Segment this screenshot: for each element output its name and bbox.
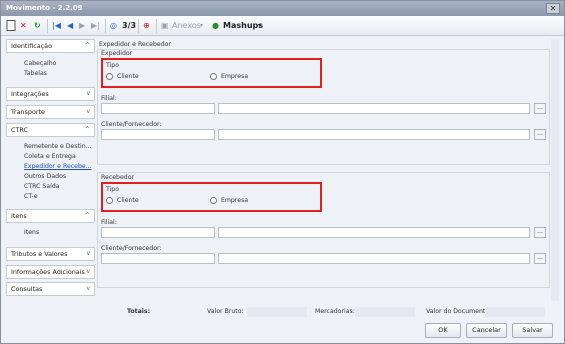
sidebar-section-transporte[interactable]: Transporte v xyxy=(6,105,95,119)
sidebar-section-itens[interactable]: Itens ^ xyxy=(6,209,95,223)
filial-code-input[interactable] xyxy=(101,227,215,238)
radio-empresa-label[interactable]: Empresa xyxy=(221,197,248,204)
next-record-icon[interactable]: ▶ xyxy=(79,20,85,32)
last-record-icon[interactable]: ▶| xyxy=(91,20,100,32)
expedidor-group: Expedidor Tipo Cliente Empresa Filial: .… xyxy=(97,49,550,165)
first-record-icon[interactable]: |◀ xyxy=(52,20,61,32)
totals-bar: Totais: Valor Bruto: Mercadorias: Valor … xyxy=(97,307,547,319)
attachments-icon[interactable]: ▣ xyxy=(161,20,169,32)
record-counter: 3/3 xyxy=(122,21,137,30)
sidebar-section-identificacao[interactable]: Identificação ^ xyxy=(6,39,95,53)
refresh-icon[interactable]: ↻ xyxy=(34,20,41,32)
chevron-up-icon[interactable]: ^ xyxy=(85,210,90,222)
radio-empresa[interactable] xyxy=(210,197,217,204)
cliente-code-input[interactable] xyxy=(101,129,215,140)
cliente-name-input[interactable] xyxy=(218,129,530,140)
filial-label: Filial: xyxy=(101,95,117,102)
totals-label: Totais: xyxy=(127,308,151,315)
filial-code-input[interactable] xyxy=(101,103,215,114)
section-label: Tributos e Valores xyxy=(11,250,68,258)
cliente-lookup-button[interactable]: ... xyxy=(534,253,546,264)
chevron-down-icon[interactable]: v xyxy=(86,283,90,295)
sidebar-item-outros-dados[interactable]: Outros Dados xyxy=(24,173,66,180)
sidebar-item-cte[interactable]: CT-e xyxy=(24,193,38,200)
sidebar-item-tabelas[interactable]: Tabelas xyxy=(24,70,47,77)
radio-cliente[interactable] xyxy=(106,197,113,204)
chevron-down-icon[interactable]: v xyxy=(86,266,90,278)
cancelar-button[interactable]: Cancelar xyxy=(466,323,507,338)
valor-bruto-label: Valor Bruto: xyxy=(207,308,244,315)
sidebar-section-tributos[interactable]: Tributos e Valores v xyxy=(6,247,95,261)
binoculars-icon[interactable]: ◎ xyxy=(110,20,117,32)
section-title: Expedidor e Recebedor xyxy=(99,41,171,48)
previous-record-icon[interactable]: ◀ xyxy=(67,20,73,32)
cliente-code-input[interactable] xyxy=(101,253,215,264)
filial-lookup-button[interactable]: ... xyxy=(534,227,546,238)
section-label: Itens xyxy=(11,212,27,220)
section-label: Identificação xyxy=(11,42,52,50)
anexos-dropdown-chevron-icon[interactable]: ▾ xyxy=(200,20,203,32)
sidebar-item-cabecalho[interactable]: Cabeçalho xyxy=(24,60,56,67)
sidebar-section-integracoes[interactable]: Integrações v xyxy=(6,87,95,101)
toolbar: ✕ ↻ |◀ ◀ ▶ ▶| ◎ 3/3 ⊕ ▣ Anexos ▾ ● Mashu… xyxy=(1,16,564,36)
expedidor-title: Expedidor xyxy=(101,50,133,57)
new-document-icon[interactable] xyxy=(6,20,16,32)
cliente-label: Cliente/Fornecedor: xyxy=(101,245,162,252)
radio-empresa[interactable] xyxy=(210,73,217,80)
zoom-search-icon[interactable]: ⊕ xyxy=(143,20,150,32)
chevron-down-icon[interactable]: v xyxy=(86,106,90,118)
movimento-window: Movimento - 2.2.09 ✕ ✕ ↻ |◀ ◀ ▶ ▶| ◎ 3/3… xyxy=(0,0,565,344)
section-label: Consultas xyxy=(11,285,43,293)
sidebar-section-consultas[interactable]: Consultas v xyxy=(6,282,95,296)
valor-documento-value xyxy=(485,307,545,317)
section-label: CTRC xyxy=(11,126,28,134)
delete-icon[interactable]: ✕ xyxy=(20,20,27,32)
mashups-dropdown-chevron-icon[interactable]: ▾ xyxy=(258,20,261,32)
recebedor-title: Recebedor xyxy=(101,174,135,181)
mercadorias-label: Mercadorias: xyxy=(315,308,355,315)
sidebar-item-itens[interactable]: Itens xyxy=(24,229,39,236)
sidebar-item-remetente[interactable]: Remetente e Destin... xyxy=(24,143,92,150)
sidebar-item-coleta[interactable]: Coleta e Entrega xyxy=(24,153,76,160)
title-bar: Movimento - 2.2.09 ✕ xyxy=(1,1,564,16)
ok-button[interactable]: OK xyxy=(425,323,461,338)
valor-documento-label: Valor do Documento: xyxy=(426,308,492,315)
mercadorias-value xyxy=(355,307,415,317)
anexos-button[interactable]: Anexos xyxy=(172,20,201,32)
chevron-down-icon[interactable]: v xyxy=(86,88,90,100)
radio-cliente[interactable] xyxy=(106,73,113,80)
mashups-button[interactable]: Mashups xyxy=(223,20,263,32)
chevron-down-icon[interactable]: v xyxy=(86,248,90,260)
cliente-label: Cliente/Fornecedor: xyxy=(101,121,162,128)
sidebar-item-expedidor[interactable]: Expedidor e Recebe... xyxy=(24,163,92,170)
tipo-label: Tipo xyxy=(106,186,120,193)
chevron-up-icon[interactable]: ^ xyxy=(85,40,90,52)
filial-name-input[interactable] xyxy=(218,103,530,114)
main-panel: Expedidor e Recebedor Expedidor Tipo Cli… xyxy=(97,39,550,301)
chevron-up-icon[interactable]: ^ xyxy=(85,124,90,136)
filial-name-input[interactable] xyxy=(218,227,530,238)
filial-lookup-button[interactable]: ... xyxy=(534,103,546,114)
mashups-globe-icon[interactable]: ● xyxy=(212,20,219,32)
sidebar-section-ctrc[interactable]: CTRC ^ xyxy=(6,123,95,137)
section-label: Integrações xyxy=(11,90,49,98)
radio-cliente-label[interactable]: Cliente xyxy=(117,197,139,204)
sidebar-item-ctrc-saida[interactable]: CTRC Saída xyxy=(24,183,60,190)
valor-bruto-value xyxy=(247,307,307,317)
section-label: Transporte xyxy=(11,108,45,116)
cliente-name-input[interactable] xyxy=(218,253,530,264)
recebedor-group: Recebedor Tipo Cliente Empresa Filial: .… xyxy=(97,172,550,288)
window-title: Movimento - 2.2.09 xyxy=(6,4,83,12)
sidebar-section-informacoes[interactable]: Informações Adicionais v xyxy=(6,265,95,279)
radio-empresa-label[interactable]: Empresa xyxy=(221,73,248,80)
filial-label: Filial: xyxy=(101,219,117,226)
tipo-label: Tipo xyxy=(106,62,120,69)
vertical-scrollbar[interactable] xyxy=(551,39,559,301)
cliente-lookup-button[interactable]: ... xyxy=(534,129,546,140)
close-icon[interactable]: ✕ xyxy=(546,3,560,14)
section-label: Informações Adicionais xyxy=(11,268,85,276)
radio-cliente-label[interactable]: Cliente xyxy=(117,73,139,80)
sidebar: Identificação ^ Cabeçalho Tabelas Integr… xyxy=(6,39,95,339)
salvar-button[interactable]: Salvar xyxy=(512,323,553,338)
